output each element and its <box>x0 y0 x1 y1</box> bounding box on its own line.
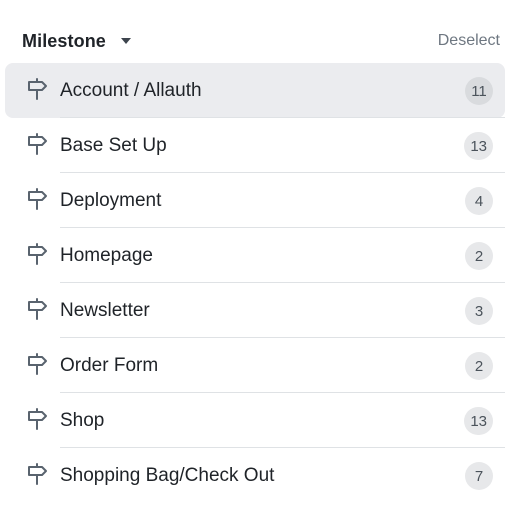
milestone-item-count-badge: 11 <box>465 77 493 105</box>
milestone-item-label: Shopping Bag/Check Out <box>60 464 275 486</box>
milestone-list: Account / Allauth 11 Base Set Up 13 Deployme… <box>5 63 505 503</box>
milestone-filter-panel: Milestone Deselect Account / Allauth 11 Ba… <box>0 0 518 517</box>
milestone-signpost-icon <box>25 461 49 487</box>
milestone-item-label: Base Set Up <box>60 134 167 156</box>
milestone-signpost-icon <box>25 296 49 322</box>
milestone-item-label: Order Form <box>60 354 159 376</box>
milestone-item[interactable]: Newsletter 3 <box>5 283 505 338</box>
milestone-item-label: Shop <box>60 409 105 431</box>
milestone-item[interactable]: Homepage 2 <box>5 228 505 283</box>
milestone-item-label: Newsletter <box>60 299 150 321</box>
milestone-item-label: Account / Allauth <box>60 79 202 101</box>
milestone-signpost-icon <box>25 241 49 267</box>
milestone-signpost-icon <box>25 186 49 212</box>
milestone-signpost-icon <box>25 76 49 102</box>
milestone-item[interactable]: Deployment 4 <box>5 173 505 228</box>
milestone-item-count-badge: 3 <box>465 297 493 325</box>
milestone-item-count-badge: 13 <box>464 407 493 435</box>
milestone-item[interactable]: Account / Allauth 11 <box>5 63 505 118</box>
milestone-item-label: Deployment <box>60 189 162 211</box>
milestone-item[interactable]: Base Set Up 13 <box>5 118 505 173</box>
milestone-signpost-icon <box>25 406 49 432</box>
milestone-item-count-badge: 4 <box>465 187 493 215</box>
milestone-signpost-icon <box>25 351 49 377</box>
milestone-item[interactable]: Shop 13 <box>5 393 505 448</box>
milestone-item[interactable]: Order Form 2 <box>5 338 505 393</box>
milestone-item-count-badge: 13 <box>464 132 493 160</box>
milestone-item-label: Homepage <box>60 244 153 266</box>
milestone-item-count-badge: 7 <box>465 462 493 490</box>
milestone-signpost-icon <box>25 131 49 157</box>
milestone-item-count-badge: 2 <box>465 242 493 270</box>
milestone-item-count-badge: 2 <box>465 352 493 380</box>
panel-header: Milestone Deselect <box>22 26 500 56</box>
milestone-dropdown-toggle[interactable]: Milestone <box>22 31 134 52</box>
triangle-down-icon <box>118 33 134 49</box>
deselect-button[interactable]: Deselect <box>438 32 500 50</box>
panel-title: Milestone <box>22 30 106 51</box>
milestone-item[interactable]: Shopping Bag/Check Out 7 <box>5 448 505 503</box>
